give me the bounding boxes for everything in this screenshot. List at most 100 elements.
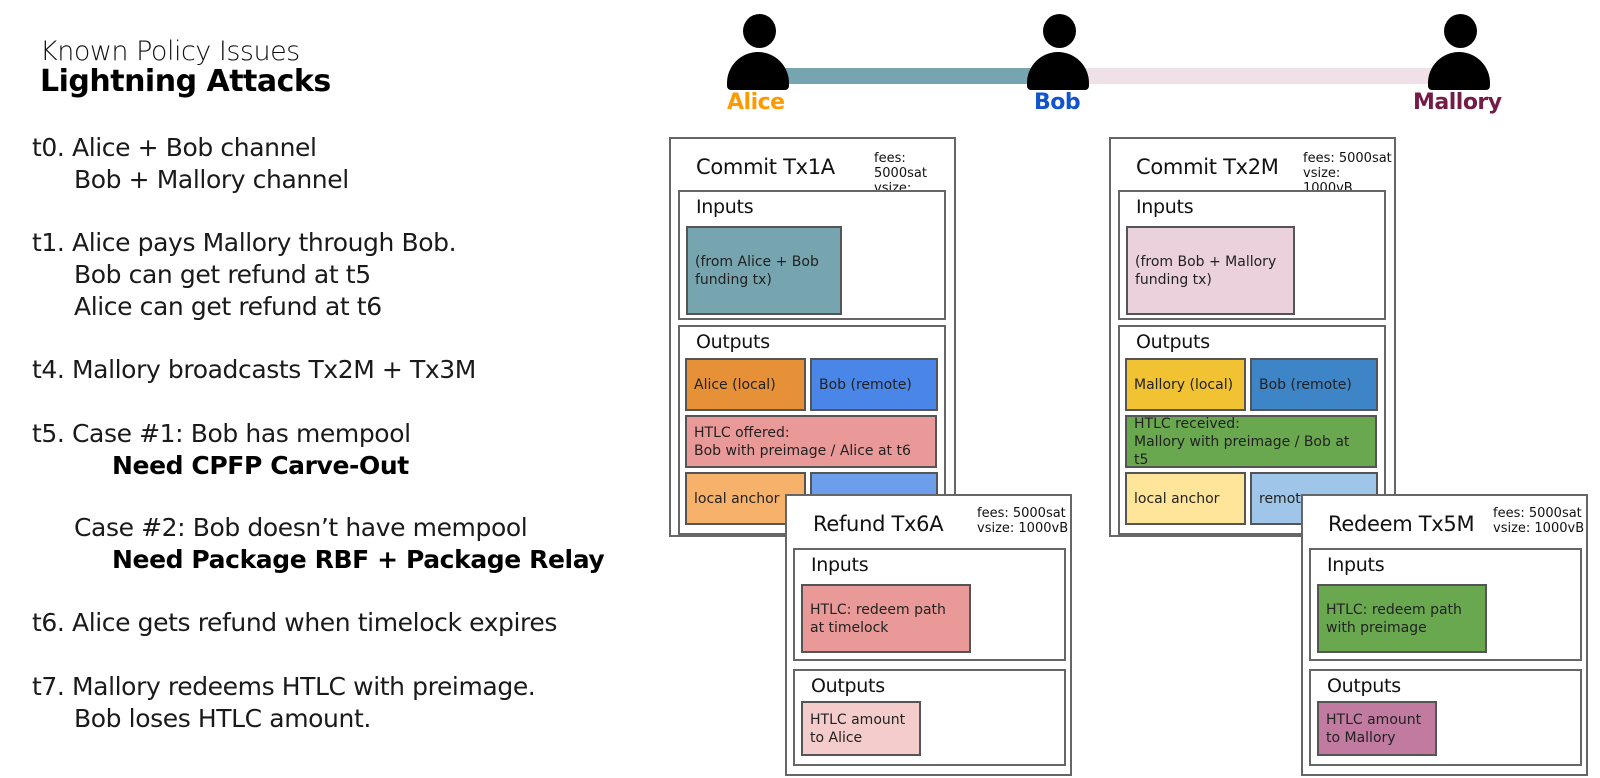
item-text: remot xyxy=(1259,490,1301,507)
tx-vsize: vsize: 1000vB xyxy=(1493,521,1585,536)
item-text: local anchor xyxy=(1134,490,1220,507)
item-text: HTLC amount xyxy=(810,711,906,728)
item-text: Bob (remote) xyxy=(819,376,912,393)
step-t6: t6. Alice gets refund when timelock expi… xyxy=(32,607,557,639)
tx-fees: fees: 5000sat xyxy=(874,151,927,181)
item-text: Mallory with preimage / Bob at t5 xyxy=(1134,433,1350,468)
tx-commit-1a: Commit Tx1A fees: 5000sat vsize: 1000vB … xyxy=(669,137,956,537)
participant-label-mallory: Mallory xyxy=(1413,90,1502,115)
outputs-section: Outputs HTLC amount to Alice xyxy=(793,669,1066,766)
step-emphasis: Need Package RBF + Package Relay xyxy=(112,545,605,574)
step-line: Bob + Mallory channel xyxy=(74,165,349,194)
tx-title: Commit Tx1A xyxy=(696,155,835,179)
item-text: to Alice xyxy=(810,729,863,746)
item-text: HTLC amount xyxy=(1326,711,1422,728)
item-text: Alice (local) xyxy=(694,376,776,393)
step-t0: t0. Alice + Bob channel Bob + Mallory ch… xyxy=(32,132,349,196)
section-label: Outputs xyxy=(1327,675,1401,697)
step-emphasis: Need CPFP Carve-Out xyxy=(112,451,409,480)
output-mallory-local: Mallory (local) xyxy=(1125,358,1246,411)
inputs-section: Inputs (from Alice + Bob funding tx) xyxy=(678,190,946,320)
person-body xyxy=(1027,52,1089,90)
item-text: Mallory (local) xyxy=(1134,376,1234,393)
input-htlc-timelock: HTLC: redeem path at timelock xyxy=(801,584,971,653)
tx-title: Commit Tx2M xyxy=(1136,155,1279,179)
inputs-section: Inputs HTLC: redeem path at timelock xyxy=(793,548,1066,661)
tx-meta: fees: 5000sat vsize: 1000vB xyxy=(977,506,1068,536)
output-htlc-offered: HTLC offered: Bob with preimage / Alice … xyxy=(685,415,937,468)
step-line: t4. Mallory broadcasts Tx2M + Tx3M xyxy=(32,355,476,384)
section-label: Inputs xyxy=(811,554,869,576)
tx-title: Redeem Tx5M xyxy=(1328,512,1475,536)
step-line: Bob loses HTLC amount. xyxy=(74,704,371,733)
step-line: Bob can get refund at t5 xyxy=(74,260,371,289)
section-label: Inputs xyxy=(696,196,754,218)
item-text: local anchor xyxy=(694,490,780,507)
input-funding: (from Bob + Mallory funding tx) xyxy=(1126,226,1295,315)
tx-refund-6a: Refund Tx6A fees: 5000sat vsize: 1000vB … xyxy=(785,494,1072,776)
person-body xyxy=(1428,52,1490,90)
section-label: Outputs xyxy=(1136,331,1210,353)
output-htlc-received: HTLC received: Mallory with preimage / B… xyxy=(1125,415,1377,468)
person-icon xyxy=(1027,14,1093,94)
step-line: Case #2: Bob doesn’t have mempool xyxy=(74,513,528,542)
output-bob-remote: Bob (remote) xyxy=(810,358,938,411)
inputs-section: Inputs (from Bob + Mallory funding tx) xyxy=(1118,190,1386,320)
slide-subtitle: Known Policy Issues xyxy=(40,36,300,67)
participant-label-alice: Alice xyxy=(727,90,785,115)
step-t7: t7. Mallory redeems HTLC with preimage. … xyxy=(32,671,536,735)
item-text: at timelock xyxy=(810,619,889,636)
input-funding: (from Alice + Bob funding tx) xyxy=(686,226,842,315)
tx-title: Refund Tx6A xyxy=(813,512,944,536)
step-t4: t4. Mallory broadcasts Tx2M + Tx3M xyxy=(32,354,476,386)
person-head xyxy=(1043,14,1076,48)
person-body xyxy=(727,52,789,90)
outputs-section: Outputs HTLC amount to Mallory xyxy=(1309,669,1582,766)
tx-redeem-5m: Redeem Tx5M fees: 5000sat vsize: 1000vB … xyxy=(1301,494,1588,776)
tx-fees: fees: 5000sat xyxy=(1303,151,1392,166)
item-text: HTLC offered: xyxy=(694,424,790,441)
item-text: to Mallory xyxy=(1326,729,1396,746)
item-text: Bob with preimage / Alice at t6 xyxy=(694,442,911,459)
person-head xyxy=(743,14,776,48)
item-text: HTLC received: xyxy=(1134,415,1240,432)
slide-title: Lightning Attacks xyxy=(40,64,331,99)
item-text: Bob (remote) xyxy=(1259,376,1352,393)
step-line: t1. Alice pays Mallory through Bob. xyxy=(32,228,457,257)
section-label: Inputs xyxy=(1136,196,1194,218)
item-text: (from Bob + Mallory funding tx) xyxy=(1135,253,1277,288)
step-t5-case1: t5. Case #1: Bob has mempool Need CPFP C… xyxy=(32,418,411,482)
inputs-section: Inputs HTLC: redeem path with preimage xyxy=(1309,548,1582,661)
tx-vsize: vsize: 1000vB xyxy=(977,521,1069,536)
section-label: Outputs xyxy=(811,675,885,697)
item-text: HTLC: redeem path xyxy=(810,601,946,618)
output-alice-local: Alice (local) xyxy=(685,358,806,411)
person-icon xyxy=(1428,14,1494,94)
output-bob-remote: Bob (remote) xyxy=(1250,358,1378,411)
channel-alice-bob xyxy=(760,68,1050,84)
tx-fees: fees: 5000sat xyxy=(1493,506,1582,521)
section-label: Outputs xyxy=(696,331,770,353)
step-line: t0. Alice + Bob channel xyxy=(32,133,317,162)
output-htlc-to-alice: HTLC amount to Alice xyxy=(801,701,921,756)
item-text: (from Alice + Bob funding tx) xyxy=(695,253,819,288)
step-line: t6. Alice gets refund when timelock expi… xyxy=(32,608,557,637)
output-htlc-to-mallory: HTLC amount to Mallory xyxy=(1317,701,1437,756)
tx-fees: fees: 5000sat xyxy=(977,506,1066,521)
tx-commit-2m: Commit Tx2M fees: 5000sat vsize: 1000vB … xyxy=(1109,137,1396,537)
tx-meta: fees: 5000sat vsize: 1000vB xyxy=(1493,506,1584,536)
input-htlc-preimage: HTLC: redeem path with preimage xyxy=(1317,584,1487,653)
person-icon xyxy=(727,14,793,94)
step-line: Alice can get refund at t6 xyxy=(74,292,382,321)
item-text: HTLC: redeem path xyxy=(1326,601,1462,618)
participant-label-bob: Bob xyxy=(1034,90,1081,115)
step-t1: t1. Alice pays Mallory through Bob. Bob … xyxy=(32,227,457,323)
step-line: t7. Mallory redeems HTLC with preimage. xyxy=(32,672,536,701)
output-local-anchor: local anchor xyxy=(1125,472,1246,525)
step-line: t5. Case #1: Bob has mempool xyxy=(32,419,411,448)
channel-bob-mallory xyxy=(1060,68,1445,84)
item-text: with preimage xyxy=(1326,619,1427,636)
step-t5-case2: Case #2: Bob doesn’t have mempool Need P… xyxy=(32,512,605,576)
section-label: Inputs xyxy=(1327,554,1385,576)
person-head xyxy=(1444,14,1477,48)
